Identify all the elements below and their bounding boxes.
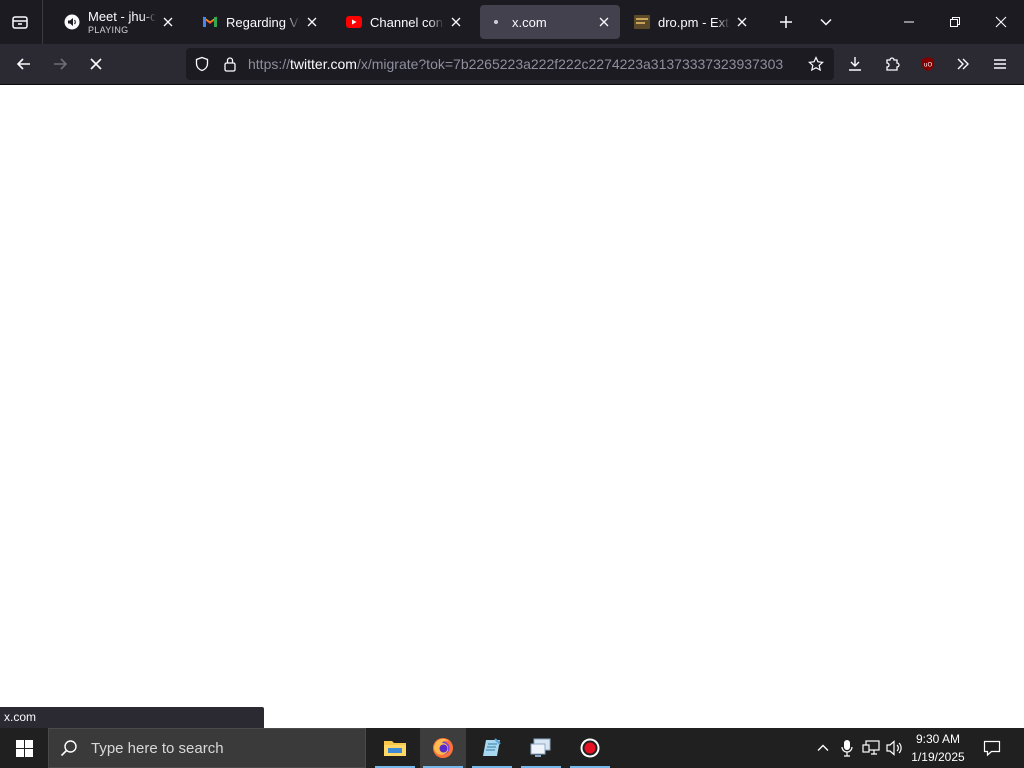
tab-text: Meet - jhu-ciwn PLAYING: [88, 9, 156, 35]
tab-title: x.com: [512, 14, 547, 30]
tab-text: Regarding VM5: [226, 15, 300, 30]
tab-separator: [42, 0, 43, 44]
gmail-icon: [202, 14, 218, 30]
stop-icon: [90, 58, 102, 70]
clock-date: 1/19/2025: [911, 750, 965, 764]
url-host: twitter.com: [290, 56, 357, 72]
svg-text:uO: uO: [924, 62, 933, 69]
window-close-button[interactable]: [978, 0, 1024, 44]
volume-button[interactable]: [885, 738, 905, 758]
start-button[interactable]: [0, 728, 48, 768]
ublock-icon: uO: [922, 57, 934, 71]
taskbar-notepad[interactable]: [469, 728, 515, 768]
youtube-icon: [346, 14, 362, 30]
tab-strip: Meet - jhu-ciwn PLAYING Regarding VM5: [0, 0, 1024, 44]
taskbar-search-box[interactable]: [48, 728, 366, 768]
url-text[interactable]: https://twitter.com/x/migrate?tok=7b2265…: [248, 48, 796, 80]
new-tab-button[interactable]: [772, 8, 800, 36]
microphone-button[interactable]: [837, 738, 857, 758]
taskbar-clock[interactable]: 9:30 AM 1/19/2025: [904, 730, 972, 766]
network-button[interactable]: [861, 738, 881, 758]
arrow-right-icon: [54, 58, 68, 70]
dropm-icon: [634, 14, 650, 30]
status-panel: x.com: [0, 707, 264, 728]
taskbar-firefox[interactable]: [420, 728, 466, 768]
chevron-down-icon: [820, 18, 832, 26]
bookmark-star-icon[interactable]: [808, 56, 824, 72]
close-icon: [995, 16, 1007, 28]
screen-recorder-icon: [580, 738, 600, 758]
tab-text: dro.pm - Extrem: [658, 15, 730, 30]
remote-desktop-icon: [530, 738, 551, 757]
navigation-toolbar: https://twitter.com/x/migrate?tok=7b2265…: [0, 44, 1024, 85]
microphone-icon: [841, 740, 853, 757]
arrow-left-icon: [16, 58, 30, 70]
downloads-button[interactable]: [840, 49, 870, 79]
list-all-tabs-button[interactable]: [6, 8, 34, 36]
tab-text: Channel conten: [370, 15, 444, 30]
tab-title: Channel conten: [370, 14, 444, 30]
tab-title: Meet - jhu-ciwn: [88, 9, 156, 24]
tab-x-com[interactable]: x.com: [480, 5, 620, 39]
chevron-up-icon: [817, 744, 829, 751]
taskbar-remote-desktop[interactable]: [518, 728, 564, 768]
windows-logo-icon: [15, 739, 33, 757]
tracking-protection-shield-icon[interactable]: [194, 56, 210, 72]
firefox-icon: [433, 738, 453, 758]
show-hidden-icons-button[interactable]: [813, 738, 833, 758]
search-icon: [59, 738, 79, 758]
action-center-icon: [983, 740, 1001, 757]
forward-button[interactable]: [45, 49, 75, 79]
tab-text: x.com: [512, 15, 592, 30]
tab-playing-label: PLAYING: [88, 25, 129, 35]
speaker-icon: [886, 740, 902, 756]
speaker-icon[interactable]: [64, 14, 80, 30]
tab-gmail[interactable]: Regarding VM5: [194, 5, 328, 39]
notifications-button[interactable]: [982, 738, 1002, 758]
url-path: /x/migrate?tok=7b2265223a222f222c2274223…: [356, 56, 784, 72]
tab-list-dropdown[interactable]: [812, 8, 840, 36]
loading-dot-icon: [488, 14, 504, 30]
app-menu-button[interactable]: [985, 49, 1015, 79]
tab-title: dro.pm - Extrem: [658, 14, 730, 30]
tab-dro-pm[interactable]: dro.pm - Extrem: [626, 5, 758, 39]
file-explorer-icon: [384, 741, 406, 756]
extensions-button[interactable]: [877, 49, 907, 79]
taskbar-screen-recorder[interactable]: [567, 728, 613, 768]
url-scheme: https://: [248, 56, 291, 72]
back-button[interactable]: [9, 49, 39, 79]
page-content[interactable]: x.com: [0, 85, 1024, 728]
minimize-icon: [904, 21, 914, 23]
close-icon[interactable]: [448, 14, 464, 30]
taskbar: 9:30 AM 1/19/2025: [0, 728, 1024, 768]
restore-icon: [950, 17, 960, 27]
close-icon[interactable]: [304, 14, 320, 30]
minimize-button[interactable]: [886, 0, 932, 44]
close-icon[interactable]: [734, 14, 750, 30]
download-icon: [849, 57, 861, 71]
stop-button[interactable]: [81, 49, 111, 79]
url-bar[interactable]: https://twitter.com/x/migrate?tok=7b2265…: [186, 48, 834, 80]
tab-youtube[interactable]: Channel conten: [338, 5, 472, 39]
tab-meet[interactable]: Meet - jhu-ciwn PLAYING: [56, 5, 184, 39]
overflow-menu-button[interactable]: [948, 49, 978, 79]
ublock-origin-button[interactable]: uO: [913, 49, 943, 79]
tab-title: Regarding VM5: [226, 14, 300, 30]
chevron-double-right-icon: [957, 58, 969, 70]
plus-icon: [780, 16, 792, 28]
close-icon[interactable]: [160, 14, 176, 30]
taskbar-file-explorer[interactable]: [372, 728, 418, 768]
clock-time: 9:30 AM: [915, 732, 961, 746]
tab-overview-icon: [12, 16, 28, 29]
search-input[interactable]: [89, 738, 353, 758]
network-icon: [862, 740, 880, 755]
restore-button[interactable]: [932, 0, 978, 44]
puzzle-icon: [886, 57, 900, 71]
close-icon[interactable]: [596, 14, 612, 30]
notepad-icon: [483, 738, 501, 756]
hamburger-menu-icon: [994, 59, 1006, 69]
lock-icon[interactable]: [222, 56, 238, 72]
